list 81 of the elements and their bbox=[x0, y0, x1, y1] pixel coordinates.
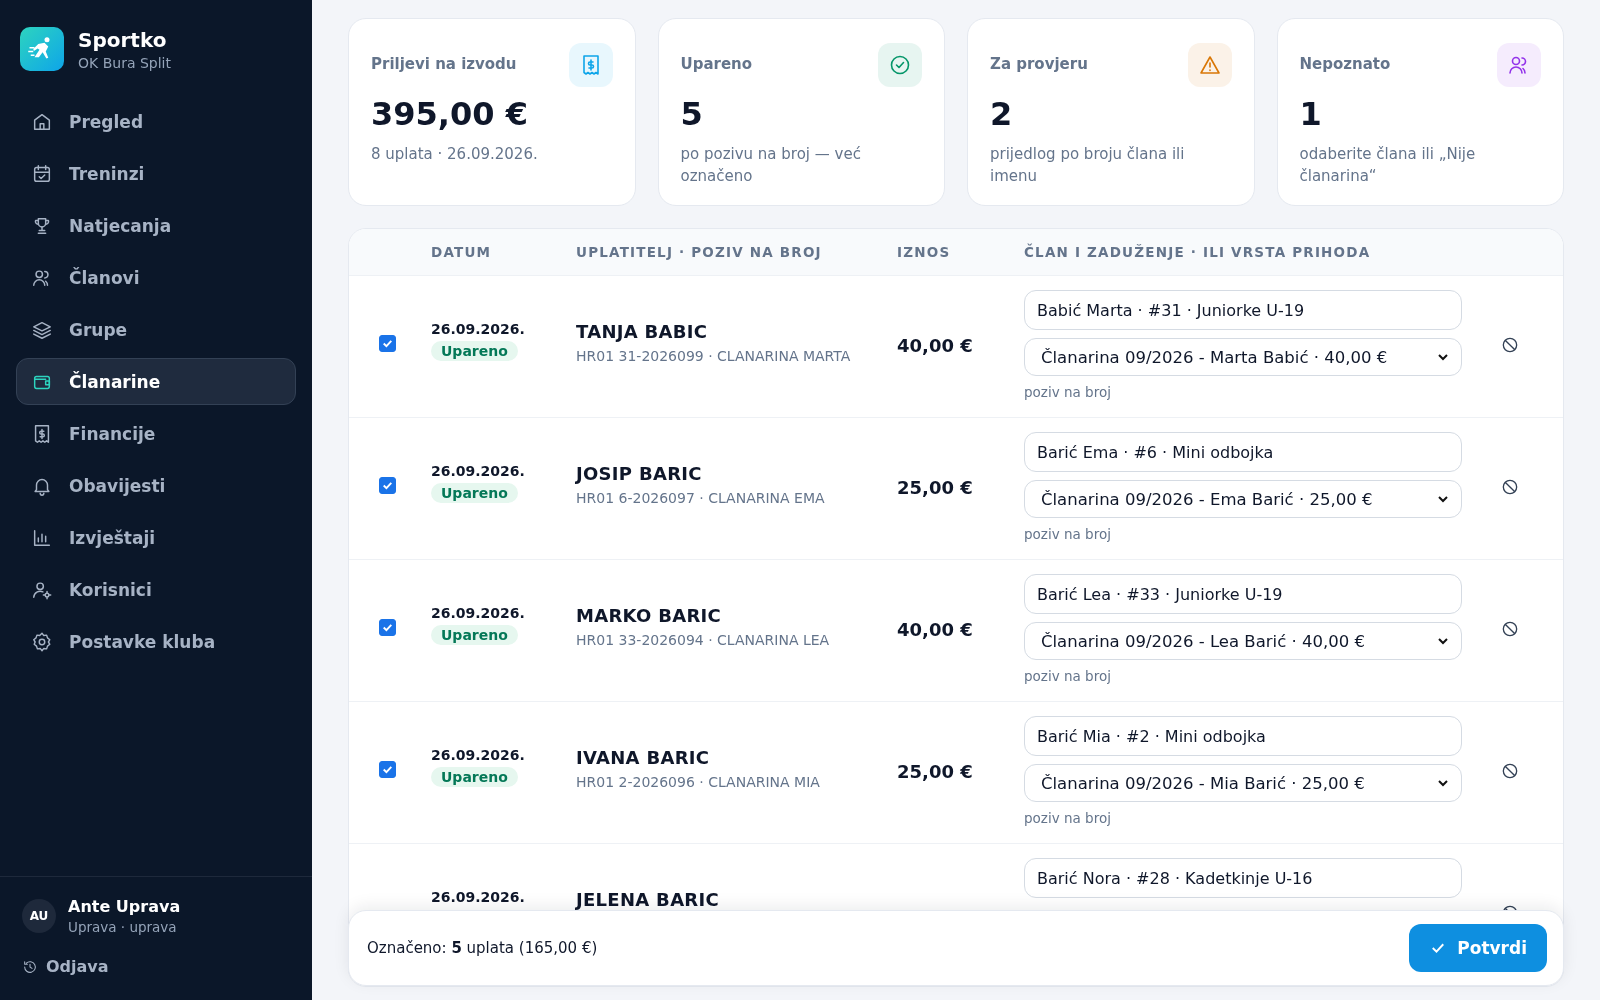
payment-amount: 40,00 € bbox=[897, 619, 973, 640]
payer-name: IVANA BARIC bbox=[576, 747, 711, 768]
column-header: DATUM bbox=[431, 244, 493, 260]
payment-reference: HR01 31-2026099 · CLANARINA MARTA bbox=[576, 348, 852, 364]
row-checkbox[interactable] bbox=[379, 761, 396, 778]
match-note: poziv na broj bbox=[1024, 668, 1112, 684]
stat-value: 1 bbox=[1299, 95, 1323, 133]
payment-amount: 25,00 € bbox=[897, 477, 973, 498]
column-header: ČLAN I ZADUŽENJE · ILI VRSTA PRIHODA bbox=[1024, 244, 1372, 260]
status-badge: Upareno bbox=[431, 625, 518, 645]
member-field[interactable]: Barić Mia · #2 · Mini odbojka bbox=[1024, 716, 1462, 756]
row-checkbox[interactable] bbox=[379, 477, 396, 494]
checkmark-icon bbox=[381, 337, 394, 350]
sidebar-item[interactable]: Treninzi bbox=[16, 150, 296, 197]
charge-select[interactable]: Članarina 09/2026 - Lea Barić · 40,00 € bbox=[1024, 622, 1462, 660]
logout-link[interactable]: Odjava bbox=[22, 957, 109, 976]
row-checkbox[interactable] bbox=[379, 619, 396, 636]
sidebar-item[interactable]: Članovi bbox=[16, 254, 296, 301]
member-field[interactable]: Barić Nora · #28 · Kadetkinje U-16 bbox=[1024, 858, 1462, 898]
sidebar-item[interactable]: Financije bbox=[16, 410, 296, 457]
stat-note: 8 uplata · 26.09.2026. bbox=[371, 144, 539, 165]
charge-select[interactable]: Članarina 09/2026 - Ema Barić · 25,00 € bbox=[1024, 480, 1462, 518]
payer-name: TANJA BABIC bbox=[576, 321, 709, 342]
payment-date: 26.09.2026. bbox=[431, 889, 525, 905]
charge-select[interactable]: Članarina 09/2026 - Marta Babić · 40,00 € bbox=[1024, 338, 1462, 376]
stat-note: odaberite člana ili „Nije članarina“ bbox=[1299, 144, 1477, 187]
match-note: poziv na broj bbox=[1024, 810, 1112, 826]
member-field[interactable]: Barić Lea · #33 · Juniorke U-19 bbox=[1024, 574, 1462, 614]
payment-date: 26.09.2026. bbox=[431, 605, 525, 621]
stat-title: Upareno bbox=[680, 55, 753, 73]
sidebar-item[interactable]: Grupe bbox=[16, 306, 296, 353]
stat-title: Priljevi na izvodu bbox=[371, 55, 517, 73]
row-checkbox[interactable] bbox=[379, 335, 396, 352]
stat-value: 5 bbox=[680, 95, 704, 133]
payer-name: JELENA BARIC bbox=[576, 889, 721, 910]
member-field[interactable]: Barić Ema · #6 · Mini odbojka bbox=[1024, 432, 1462, 472]
match-note: poziv na broj bbox=[1024, 526, 1112, 542]
payment-date: 26.09.2026. bbox=[431, 747, 525, 763]
status-badge: Upareno bbox=[431, 767, 518, 787]
payment-reference: HR01 33-2026094 · CLANARINA LEA bbox=[576, 632, 831, 648]
runner-logo-icon bbox=[20, 27, 64, 71]
checkmark-icon bbox=[381, 763, 394, 776]
member-field[interactable]: Babić Marta · #31 · Juniorke U-19 bbox=[1024, 290, 1462, 330]
sidebar-item[interactable]: Korisnici bbox=[16, 566, 296, 613]
column-header: UPLATITELJ · POZIV NA BROJ bbox=[576, 244, 823, 260]
payer-name: JOSIP BARIC bbox=[576, 463, 703, 484]
stat-note: prijedlog po broju člana ili imenu bbox=[990, 144, 1186, 187]
payment-amount: 40,00 € bbox=[897, 335, 973, 356]
payment-date: 26.09.2026. bbox=[431, 463, 525, 479]
payment-amount: 25,00 € bbox=[897, 761, 973, 782]
stat-title: Za provjeru bbox=[990, 55, 1088, 73]
stat-value: 2 bbox=[990, 95, 1014, 133]
stat-value: 395,00 € bbox=[371, 95, 529, 133]
sidebar-item[interactable]: Postavke kluba bbox=[16, 618, 296, 665]
status-badge: Upareno bbox=[431, 483, 518, 503]
logout-icon bbox=[22, 958, 38, 975]
user-avatar: AU bbox=[22, 899, 56, 933]
sidebar-item[interactable]: Članarine bbox=[16, 358, 296, 405]
club-name: OK Bura Split bbox=[78, 54, 171, 71]
user-role: Uprava · uprava bbox=[68, 919, 178, 935]
calendar-icon bbox=[31, 162, 53, 185]
app-name: Sportko bbox=[78, 27, 168, 52]
payment-reference: HR01 6-2026097 · CLANARINA EMA bbox=[576, 490, 826, 506]
settings-icon bbox=[31, 630, 53, 653]
checkmark-icon bbox=[381, 479, 394, 492]
payment-date: 26.09.2026. bbox=[431, 321, 525, 337]
payment-reference: HR01 2-2026096 · CLANARINA MIA bbox=[576, 774, 821, 790]
checkmark-icon bbox=[381, 621, 394, 634]
stat-title: Nepoznato bbox=[1299, 55, 1391, 73]
sidebar-item[interactable]: Natjecanja bbox=[16, 202, 296, 249]
sidebar-item[interactable]: Obavijesti bbox=[16, 462, 296, 509]
sidebar-item[interactable]: Pregled bbox=[16, 98, 296, 145]
charge-select[interactable]: Članarina 09/2026 - Mia Barić · 25,00 € bbox=[1024, 764, 1462, 802]
column-header: IZNOS bbox=[897, 244, 952, 260]
sidebar-item[interactable]: Izvještaji bbox=[16, 514, 296, 561]
match-note: poziv na broj bbox=[1024, 384, 1112, 400]
status-badge: Upareno bbox=[431, 341, 518, 361]
user-name: Ante Uprava bbox=[68, 897, 181, 916]
selection-summary: Označeno: 5 uplata (165,00 €) bbox=[367, 939, 598, 957]
stat-note: po pozivu na broj — već označeno bbox=[680, 144, 862, 187]
payer-name: MARKO BARIC bbox=[576, 605, 723, 626]
